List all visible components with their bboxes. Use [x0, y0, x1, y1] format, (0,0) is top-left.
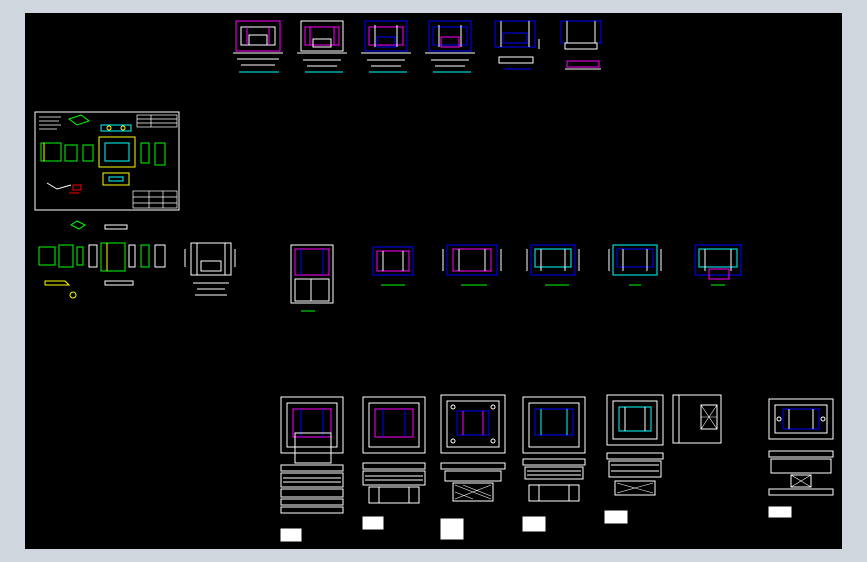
mid-view-d[interactable]: [526, 244, 580, 286]
mid-view-b[interactable]: [372, 246, 414, 286]
top-view-4[interactable]: [425, 20, 475, 73]
mid-view-a[interactable]: [290, 244, 334, 312]
die-assemblies-row: [280, 394, 834, 542]
top-view-6[interactable]: [560, 20, 602, 70]
assembly-sketch[interactable]: [184, 242, 236, 296]
drawing-sheet[interactable]: [34, 111, 180, 211]
die-assembly-6[interactable]: [768, 398, 834, 518]
top-view-2[interactable]: [297, 20, 347, 73]
die-assembly-2[interactable]: [362, 396, 426, 530]
mid-view-f[interactable]: [694, 244, 742, 286]
drawing-viewport[interactable]: [25, 13, 842, 549]
mid-view-e[interactable]: [608, 244, 662, 286]
part-details[interactable]: [38, 220, 166, 299]
mid-view-c[interactable]: [442, 244, 502, 286]
mid-views-row: [290, 244, 742, 312]
die-assembly-4[interactable]: [522, 396, 586, 532]
top-view-5[interactable]: [494, 20, 540, 70]
die-assembly-3[interactable]: [440, 394, 506, 540]
top-view-1[interactable]: [233, 20, 283, 73]
top-views-row: [233, 20, 602, 73]
die-assembly-5[interactable]: [604, 394, 722, 524]
cad-canvas[interactable]: [25, 13, 842, 549]
top-view-3[interactable]: [361, 20, 411, 73]
die-assembly-1[interactable]: [280, 396, 344, 542]
